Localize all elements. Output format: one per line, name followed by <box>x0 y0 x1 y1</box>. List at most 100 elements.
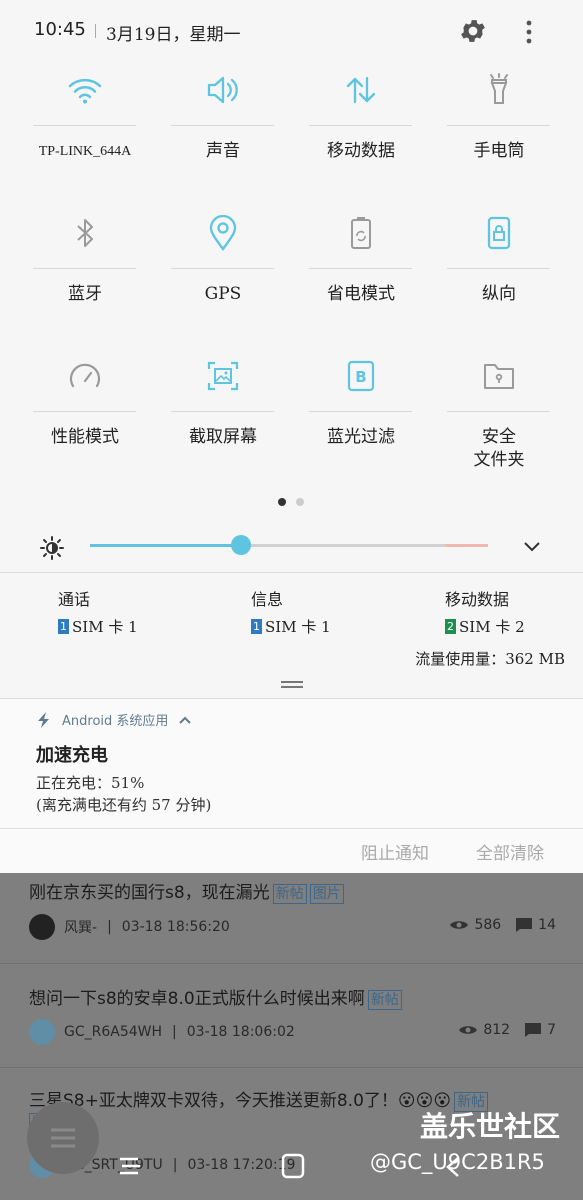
tile-gps[interactable]: GPS <box>154 205 292 345</box>
tile-divider <box>309 268 412 269</box>
wifi-icon <box>60 70 110 110</box>
notification-title: 加速充电 <box>36 745 108 766</box>
drag-handle[interactable] <box>281 681 303 688</box>
eye-icon <box>459 1026 478 1034</box>
location-icon <box>198 213 248 253</box>
tile-bluetooth[interactable]: 蓝牙 <box>16 205 154 345</box>
sim-call[interactable]: 通话 1 SIM 卡 1 <box>58 586 238 637</box>
tile-mobile-data[interactable]: 移动数据 <box>292 62 430 202</box>
sim-message[interactable]: 信息 1 SIM 卡 1 <box>251 586 431 637</box>
brightness-high-zone <box>446 544 488 547</box>
meta-separator: | <box>172 1157 178 1173</box>
chevron-up-icon[interactable] <box>178 715 192 725</box>
brightness-slider[interactable] <box>90 544 488 547</box>
menu-fab[interactable] <box>27 1102 99 1174</box>
notification-divider <box>0 828 583 829</box>
post-user: 风巽- <box>64 920 98 936</box>
sim-label: SIM 卡 1 <box>265 618 331 636</box>
tile-divider <box>309 411 412 412</box>
recents-icon[interactable] <box>116 1155 144 1179</box>
tile-wifi[interactable]: TP-LINK_644A <box>16 62 154 202</box>
tile-performance[interactable]: 性能模式 <box>16 348 154 488</box>
post-user: GC_R6A54WH <box>64 1024 163 1040</box>
back-icon[interactable] <box>442 1155 468 1179</box>
watermark-site: 盖乐世社区 <box>420 1110 561 1143</box>
notification-body: 正在充电：51% (离充满电还有约 57 分钟) <box>36 772 211 816</box>
tile-sound[interactable]: 声音 <box>154 62 292 202</box>
tile-flashlight[interactable]: 手电筒 <box>430 62 568 202</box>
post-title: 刚在京东买的国行s8，现在漏光 新帖 图片 <box>29 878 344 904</box>
tile-label: 蓝牙 <box>68 284 102 304</box>
blue-light-filter-icon: B <box>336 356 386 396</box>
sim-data[interactable]: 移动数据 2 SIM 卡 2 <box>445 586 575 637</box>
post-stats: 586 14 <box>449 917 556 933</box>
tile-divider <box>309 125 412 126</box>
tile-power-saving[interactable]: 省电模式 <box>292 205 430 345</box>
flashlight-icon <box>474 70 524 110</box>
tile-blue-light-filter[interactable]: B 蓝光过滤 <box>292 348 430 488</box>
volume-icon <box>198 70 248 110</box>
tile-label: 性能模式 <box>51 427 119 447</box>
tag-badge: 新帖 <box>272 884 307 904</box>
tile-divider <box>171 125 274 126</box>
secure-folder-icon <box>474 356 524 396</box>
page-dot-active <box>278 498 286 506</box>
avatar <box>29 914 55 940</box>
data-usage: 流量使用量：362 MB <box>415 650 565 668</box>
notification-shade: 10:45 3月19日，星期一 TP-LINK_644A 声音 移动数据 手电筒 <box>0 0 583 873</box>
tile-label: 省电模式 <box>327 284 395 304</box>
row-divider <box>0 1067 583 1068</box>
status-bar: 10:45 3月19日，星期一 <box>0 0 583 62</box>
tile-portrait[interactable]: 纵向 <box>430 205 568 345</box>
tile-screenshot[interactable]: 截取屏幕 <box>154 348 292 488</box>
settings-gear-icon[interactable] <box>458 16 488 46</box>
more-options-icon[interactable] <box>515 17 543 47</box>
clock: 10:45 <box>34 19 86 40</box>
comment-count: 14 <box>538 917 556 933</box>
tile-divider <box>447 268 550 269</box>
sim-call-title: 通话 <box>58 590 91 609</box>
clear-all-button[interactable]: 全部清除 <box>476 839 544 864</box>
tile-label: 移动数据 <box>327 141 395 161</box>
post-meta: GC_R6A54WH | 03-18 18:06:02 <box>29 1019 295 1045</box>
performance-icon <box>60 356 110 396</box>
tile-divider <box>33 125 136 126</box>
home-icon[interactable] <box>281 1153 305 1179</box>
post-time: 03-18 17:20:19 <box>187 1157 296 1173</box>
notification-app: Android 系统应用 <box>62 714 169 729</box>
tile-label: 声音 <box>206 141 240 161</box>
portrait-lock-icon <box>474 213 524 253</box>
chevron-down-icon[interactable] <box>522 540 542 554</box>
bluetooth-icon <box>60 213 110 253</box>
screenshot-icon <box>198 356 248 396</box>
brightness-thumb[interactable] <box>231 535 252 555</box>
block-notifications-button[interactable]: 阻止通知 <box>361 839 429 864</box>
sim-badge: 1 <box>58 619 69 634</box>
tag-badge: 新帖 <box>367 990 402 1010</box>
tag-badge: 图片 <box>309 884 344 904</box>
tile-divider <box>171 268 274 269</box>
tile-secure-folder[interactable]: 安全 文件夹 <box>430 348 568 488</box>
notification-header: Android 系统应用 <box>36 710 192 729</box>
brightness-icon <box>40 536 64 560</box>
eye-icon <box>450 921 469 929</box>
meta-separator: | <box>107 919 112 935</box>
notification-card[interactable]: Android 系统应用 加速充电 正在充电：51% (离充满电还有约 57 分… <box>0 699 583 873</box>
tile-label: GPS <box>204 284 242 304</box>
tile-divider <box>447 125 550 126</box>
sim-data-title: 移动数据 <box>445 590 510 609</box>
date: 3月19日，星期一 <box>106 25 241 45</box>
post-title: 想问一下s8的安卓8.0正式版什么时候出来啊 新帖 <box>29 984 402 1010</box>
tile-divider <box>33 411 136 412</box>
tile-divider <box>33 268 136 269</box>
tile-divider <box>447 411 550 412</box>
post-stats: 812 7 <box>458 1022 556 1038</box>
status-separator <box>95 24 96 38</box>
tile-label: 安全 文件夹 <box>473 427 525 470</box>
meta-separator: | <box>172 1024 177 1040</box>
row-divider <box>0 963 583 964</box>
sim-label: SIM 卡 1 <box>72 618 138 636</box>
sim-message-title: 信息 <box>251 590 284 609</box>
tile-label: 手电筒 <box>473 141 525 161</box>
battery-saver-icon <box>336 213 386 253</box>
